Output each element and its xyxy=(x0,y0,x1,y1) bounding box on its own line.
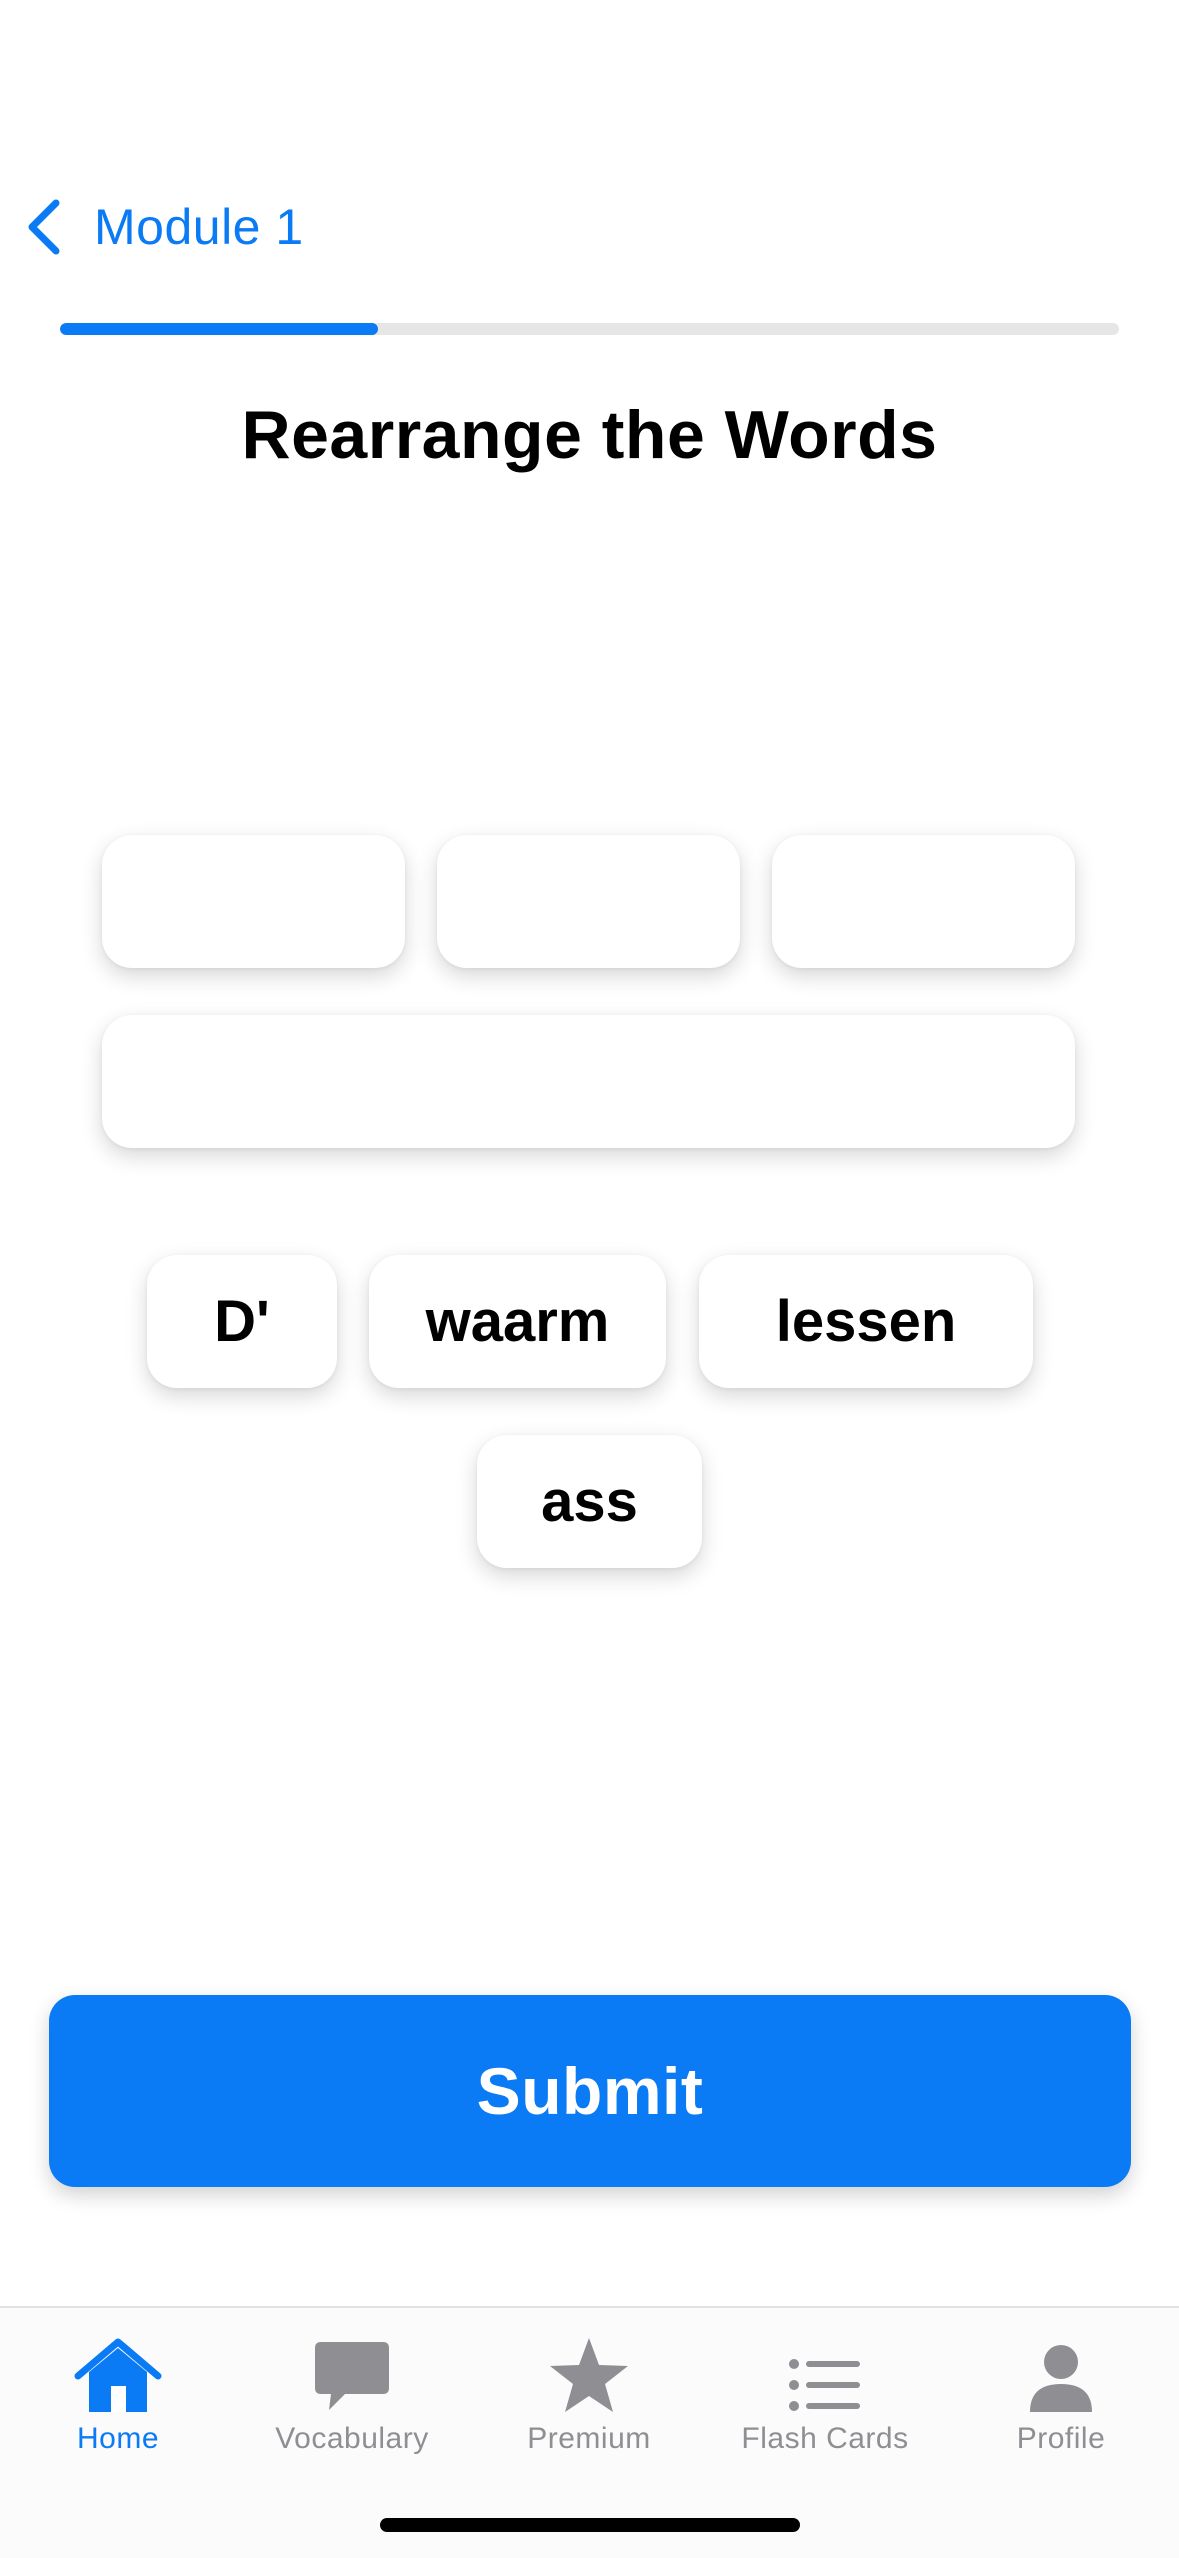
tab-home[interactable]: Home xyxy=(0,2328,236,2478)
answer-slot[interactable] xyxy=(772,835,1075,968)
word-chip[interactable]: lessen xyxy=(699,1255,1033,1388)
tab-profile[interactable]: Profile xyxy=(943,2328,1179,2478)
chevron-left-icon xyxy=(28,199,60,255)
back-label: Module 1 xyxy=(94,199,304,255)
tab-label: Vocabulary xyxy=(275,2422,429,2455)
word-chip[interactable]: D' xyxy=(147,1255,337,1388)
tab-label: Home xyxy=(76,2422,160,2455)
answer-slot[interactable] xyxy=(102,1015,1075,1148)
tab-flash-cards[interactable]: Flash Cards xyxy=(707,2328,943,2478)
chat-bubble-icon xyxy=(315,2342,389,2410)
submit-button[interactable]: Submit xyxy=(49,1995,1131,2187)
tab-label: Flash Cards xyxy=(741,2422,909,2455)
answer-slot[interactable] xyxy=(102,835,405,968)
back-button[interactable]: Module 1 xyxy=(24,190,304,264)
star-icon xyxy=(550,2338,628,2412)
tab-label: Premium xyxy=(527,2422,651,2455)
word-chip[interactable]: waarm xyxy=(369,1255,666,1388)
progress-bar xyxy=(60,323,1119,335)
tab-premium[interactable]: Premium xyxy=(471,2328,707,2478)
progress-fill xyxy=(60,323,378,335)
word-chip[interactable]: ass xyxy=(477,1435,702,1568)
home-icon xyxy=(74,2338,162,2412)
list-icon xyxy=(789,2359,860,2411)
answer-slot[interactable] xyxy=(437,835,740,968)
home-indicator xyxy=(380,2518,800,2532)
submit-label: Submit xyxy=(476,2054,704,2128)
person-icon xyxy=(1030,2345,1092,2412)
exercise-title: Rearrange the Words xyxy=(241,397,938,473)
tab-label: Profile xyxy=(1016,2422,1106,2455)
tab-vocabulary[interactable]: Vocabulary xyxy=(234,2328,470,2478)
